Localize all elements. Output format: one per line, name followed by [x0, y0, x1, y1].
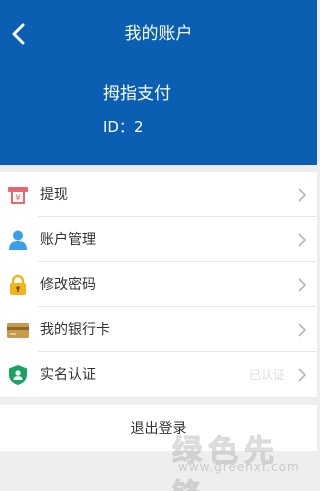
chevron-right-icon — [298, 188, 307, 202]
account-id: ID：2 — [103, 118, 144, 136]
menu-item-withdraw[interactable]: ¥ 提现 — [0, 172, 317, 217]
menu-item-label: 我的银行卡 — [40, 321, 110, 338]
menu-item-label: 修改密码 — [40, 276, 96, 293]
chevron-right-icon — [298, 323, 307, 337]
menu-item-change-password[interactable]: 修改密码 — [0, 262, 317, 307]
withdraw-icon: ¥ — [8, 187, 28, 204]
lock-icon — [10, 274, 26, 295]
watermark-url: www.greenxf.com — [178, 460, 300, 474]
svg-text:¥: ¥ — [15, 194, 21, 204]
page-title: 我的账户 — [124, 24, 193, 44]
shield-icon — [9, 365, 27, 385]
bank-card-icon — [7, 323, 29, 338]
menu-item-label: 账户管理 — [40, 231, 96, 248]
menu-item-bank-card[interactable]: 我的银行卡 — [0, 307, 317, 352]
menu-item-account-management[interactable]: 账户管理 — [0, 217, 317, 262]
watermark-title: 绿色先锋 — [172, 434, 280, 491]
menu-item-label: 提现 — [40, 186, 68, 203]
account-header: 我的账户 拇指支付 ID：2 — [0, 0, 317, 165]
chevron-right-icon — [298, 233, 307, 247]
status-text: 已认证 — [248, 368, 285, 382]
chevron-right-icon — [298, 278, 307, 292]
chevron-right-icon — [298, 368, 307, 382]
account-menu: ¥ 提现 账户管理 修改密码 我的银行卡 实名认证 已认证 — [0, 172, 317, 397]
user-icon — [9, 230, 27, 250]
menu-item-label: 实名认证 — [40, 366, 96, 383]
account-name: 拇指支付 — [103, 84, 171, 104]
menu-item-real-name-auth[interactable]: 实名认证 已认证 — [0, 352, 317, 397]
watermark: 绿色先锋 www.greenxf.com — [168, 426, 308, 491]
